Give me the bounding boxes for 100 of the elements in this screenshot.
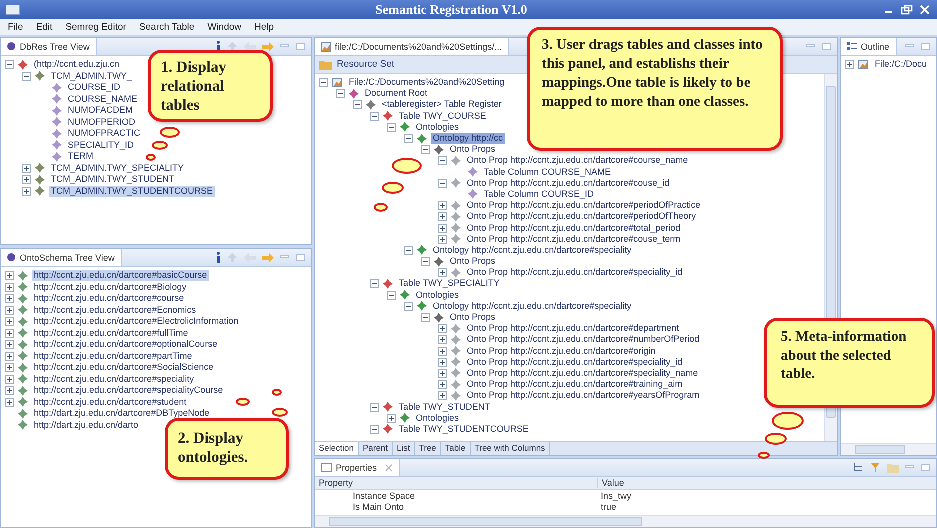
tree-item[interactable]: TERM: [66, 151, 96, 162]
tree-item[interactable]: <tableregister> Table Register: [380, 99, 504, 110]
tree-item[interactable]: Table TWY_STUDENTCOURSE: [397, 424, 531, 435]
tree-item[interactable]: http://ccnt.zju.edu.cn/dartcore#course: [32, 293, 186, 304]
expand-toggle[interactable]: [5, 317, 14, 326]
tree-item[interactable]: Ontologies: [414, 122, 462, 133]
tree-item[interactable]: File:/C:/Documents%20and%20Setting: [347, 77, 507, 88]
expand-toggle[interactable]: [370, 112, 379, 121]
tree-item[interactable]: http://ccnt.zju.edu.cn/dartcore#SocialScience: [32, 362, 216, 374]
tree-item[interactable]: Onto Prop http://ccnt.zju.edu.cn/dartcore#yearsOfProgram: [465, 390, 702, 402]
expand-toggle[interactable]: [353, 100, 362, 110]
tree-item[interactable]: Onto Prop http://ccnt.zju.edu.cn/dartcore#periodOfPractice: [465, 200, 703, 212]
tree-icon[interactable]: [853, 462, 864, 473]
tree-item[interactable]: Onto Prop http://ccnt.zju.edu.cn/dartcore#department: [465, 323, 682, 334]
page-tab[interactable]: List: [393, 442, 416, 455]
tree-item[interactable]: Onto Prop http://ccnt.zju.edu.cn/dartcore#speciality_id: [465, 356, 685, 368]
tree-item[interactable]: Ontology http://cc: [431, 133, 506, 144]
tree-item[interactable]: TCM_ADMIN.TWY_STUDENT: [49, 174, 176, 186]
menu-item[interactable]: Help: [254, 22, 274, 32]
expand-toggle[interactable]: [370, 424, 379, 434]
expand-toggle[interactable]: [336, 89, 345, 98]
up-arrow-icon[interactable]: [227, 41, 238, 52]
expand-toggle[interactable]: [5, 398, 14, 407]
menu-item[interactable]: Semreg Editor: [66, 22, 126, 32]
expand-toggle[interactable]: [22, 164, 31, 173]
tree-item[interactable]: http://ccnt.zju.edu.cn/dartcore#specialityCourse: [32, 385, 226, 396]
tree-item[interactable]: http://ccnt.zju.edu.cn/dartcore#ElectrolicInformation: [32, 316, 241, 328]
view-tab[interactable]: Properties: [315, 459, 400, 476]
tree-item[interactable]: NUMOFPRACTIC: [66, 128, 142, 140]
expand-toggle[interactable]: [370, 402, 379, 412]
expand-toggle[interactable]: [5, 294, 14, 304]
tree-item[interactable]: Onto Prop http://ccnt.zju.edu.cn/dartcore#speciality_id: [465, 267, 685, 278]
tree-item[interactable]: Onto Prop http://ccnt.zju.edu.cn/dartcore#total_period: [465, 222, 683, 234]
tree-item[interactable]: (http://ccnt.edu.zju.cn: [32, 59, 122, 70]
tree-item[interactable]: COURSE_ID: [66, 82, 123, 94]
column-header[interactable]: Property: [315, 478, 597, 488]
expand-toggle[interactable]: [404, 302, 413, 311]
tree-item[interactable]: Table Column COURSE_ID: [482, 188, 596, 200]
tree-item[interactable]: http://ccnt.zju.edu.cn/dartcore#optionalCourse: [32, 339, 220, 350]
expand-toggle[interactable]: [421, 257, 430, 266]
tree-item[interactable]: Onto Prop http://ccnt.zju.edu.cn/dartcore#couse_id: [465, 178, 672, 189]
expand-toggle[interactable]: [421, 145, 430, 154]
tree-item[interactable]: Ontologies: [414, 412, 462, 424]
back-arrow-icon[interactable]: [244, 42, 256, 52]
tree-item[interactable]: TCM_ADMIN.TWY_: [49, 70, 134, 82]
tree-item[interactable]: Onto Prop http://ccnt.zju.edu.cn/dartcore#course_name: [465, 155, 690, 166]
tree-item[interactable]: http://ccnt.zju.edu.cn/dartcore#student: [32, 396, 189, 408]
expand-toggle[interactable]: [438, 335, 447, 344]
expand-toggle[interactable]: [22, 186, 31, 196]
view-tab[interactable]: DbRes Tree View: [1, 38, 97, 55]
restore-icon[interactable]: [901, 4, 913, 14]
expand-toggle[interactable]: [5, 352, 14, 361]
tree-item[interactable]: Onto Prop http://ccnt.zju.edu.cn/dartcore#couse_term: [465, 234, 683, 245]
tree-item[interactable]: File:/C:/Docu: [873, 59, 930, 70]
view-tab[interactable]: Outline: [841, 38, 897, 55]
page-tab[interactable]: Parent: [358, 442, 394, 455]
tree-item[interactable]: http://ccnt.zju.edu.cn/dartcore#basicCourse: [32, 270, 210, 282]
expand-toggle[interactable]: [319, 78, 328, 88]
expand-toggle[interactable]: [845, 60, 854, 70]
tree-item[interactable]: http://ccnt.zju.edu.cn/dartcore#fullTime: [32, 328, 190, 339]
tree-item[interactable]: NUMOFACDEM: [66, 105, 135, 116]
expand-toggle[interactable]: [5, 60, 14, 70]
tree-item[interactable]: Table TWY_COURSE: [397, 110, 488, 122]
tree-item[interactable]: TCM_ADMIN.TWY_STUDENTCOURSE: [49, 186, 216, 197]
horizontal-scrollbar[interactable]: [841, 443, 936, 455]
expand-toggle[interactable]: [22, 72, 31, 81]
tree-item[interactable]: Onto Props: [448, 312, 498, 324]
editor-tab[interactable]: file:/C:/Documents%20and%20Settings/...: [315, 38, 510, 55]
tree-item[interactable]: Document Root: [363, 88, 430, 100]
tree-item[interactable]: Onto Prop http://ccnt.zju.edu.cn/dartcore#training_aim: [465, 379, 685, 390]
expand-toggle[interactable]: [438, 368, 447, 378]
tree-item[interactable]: Ontologies: [414, 290, 462, 301]
expand-toggle[interactable]: [438, 212, 447, 222]
expand-toggle[interactable]: [438, 156, 447, 166]
tree-item[interactable]: Ontology http://ccnt.zju.edu.cn/dartcore#speciality: [431, 244, 634, 256]
expand-toggle[interactable]: [5, 340, 14, 350]
tree-item[interactable]: Table TWY_STUDENT: [397, 402, 492, 413]
expand-toggle[interactable]: [438, 201, 447, 210]
expand-toggle[interactable]: [22, 175, 31, 184]
menu-item[interactable]: Window: [208, 22, 242, 32]
tree-item[interactable]: Ontology http://ccnt.zju.edu.cn/dartcore#speciality: [431, 300, 634, 312]
info-icon[interactable]: [216, 252, 221, 263]
menu-item[interactable]: Edit: [36, 22, 53, 32]
tree-item[interactable]: Onto Props: [448, 256, 498, 268]
tree-item[interactable]: Table TWY_SPECIALITY: [397, 278, 502, 290]
page-tab[interactable]: Tree: [415, 442, 442, 455]
page-tab[interactable]: Table: [441, 442, 471, 455]
tree-item[interactable]: http://ccnt.zju.edu.cn/dartcore#Ecnomics: [32, 304, 198, 316]
expand-toggle[interactable]: [5, 363, 14, 372]
expand-toggle[interactable]: [5, 328, 14, 338]
tree-item[interactable]: http://ccnt.zju.edu.cn/dartcore#Biology: [32, 282, 189, 293]
tree-item[interactable]: http://dart.zju.edu.cn/dartcore#DBTypeNode: [32, 408, 212, 420]
expand-toggle[interactable]: [370, 279, 379, 288]
expand-toggle[interactable]: [387, 122, 396, 132]
tree-item[interactable]: Onto Prop http://ccnt.zju.edu.cn/dartcore#periodOfTheory: [465, 211, 698, 222]
expand-toggle[interactable]: [438, 234, 447, 244]
column-header[interactable]: Value: [597, 478, 936, 488]
tree-item[interactable]: COURSE_NAME: [66, 94, 140, 105]
expand-toggle[interactable]: [438, 224, 447, 233]
expand-toggle[interactable]: [5, 271, 14, 280]
